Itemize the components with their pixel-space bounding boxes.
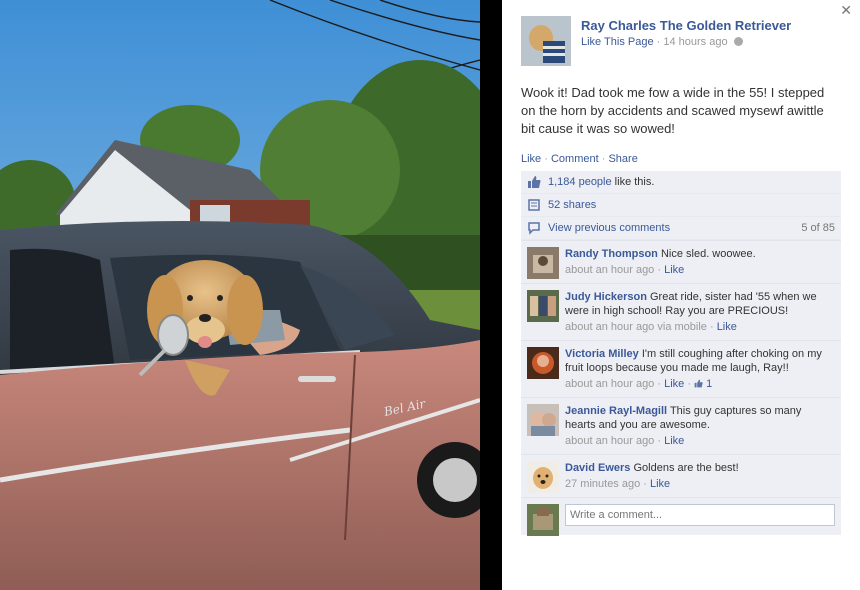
comment-input[interactable]: [565, 504, 835, 526]
comment-meta: about an hour ago · Like: [565, 435, 685, 447]
photo-viewer[interactable]: Bel Air: [0, 0, 502, 590]
comment-like-link[interactable]: Like: [717, 321, 737, 333]
share-link[interactable]: Share: [608, 153, 637, 165]
comment-like-link[interactable]: Like: [664, 378, 684, 390]
comment-time[interactable]: about an hour ago: [565, 321, 654, 333]
post-message: Wook it! Dad took me fow a wide in the 5…: [521, 85, 825, 136]
commenter-name[interactable]: Victoria Milley: [565, 348, 639, 360]
share-icon: [528, 199, 540, 211]
thumbs-up-icon: [528, 176, 541, 188]
post-side-panel: ✕ Ray Charles The Golden Retriever Like …: [502, 0, 860, 590]
author-name-link[interactable]: Ray Charles The Golden Retriever: [581, 18, 791, 33]
comment-time[interactable]: about an hour ago: [565, 435, 654, 447]
comment-time[interactable]: about an hour ago: [565, 264, 654, 276]
comment-like-link[interactable]: Like: [664, 264, 684, 276]
commenter-avatar[interactable]: [527, 404, 559, 436]
comment-like-link[interactable]: Like: [664, 435, 684, 447]
viewer-avatar: [527, 504, 559, 536]
comment-likes-number: 1: [706, 378, 713, 390]
comment-via: via mobile: [657, 321, 707, 333]
comment-meta: about an hour ago · Like · 1: [565, 378, 713, 390]
comment-like-link[interactable]: Like: [650, 478, 670, 490]
close-icon[interactable]: ✕: [840, 3, 852, 17]
comment-link[interactable]: Comment: [551, 153, 599, 165]
comment-item: Judy Hickerson Great ride, sister had '5…: [521, 283, 841, 340]
post-timestamp[interactable]: 14 hours ago: [663, 36, 727, 48]
comment-item: David Ewers Goldens are the best! 27 min…: [521, 454, 841, 497]
comment-time[interactable]: about an hour ago: [565, 378, 654, 390]
post-photo[interactable]: Bel Air: [0, 0, 480, 590]
comment-count: 5 of 85: [801, 222, 835, 234]
comment-item: Victoria Milley I'm still coughing after…: [521, 340, 841, 397]
commenter-avatar[interactable]: [527, 461, 559, 493]
likes-suffix: like this.: [611, 176, 655, 188]
like-link[interactable]: Like: [521, 153, 541, 165]
likes-row: 1,184 people like this.: [521, 171, 841, 194]
comment-likes-count[interactable]: 1: [694, 378, 712, 390]
like-page-link[interactable]: Like This Page: [581, 36, 654, 48]
comment-meta: about an hour ago via mobile · Like: [565, 321, 737, 333]
commenter-name[interactable]: David Ewers: [565, 462, 630, 474]
comment-composer: [521, 497, 841, 536]
commenter-avatar[interactable]: [527, 347, 559, 379]
commenter-avatar[interactable]: [527, 290, 559, 322]
comment-bubble-icon: [528, 222, 540, 235]
comment-meta: 27 minutes ago · Like: [565, 478, 671, 490]
commenter-name[interactable]: Jeannie Rayl-Magill: [565, 405, 667, 417]
view-previous-comments-link[interactable]: View previous comments: [548, 222, 670, 234]
commenter-avatar[interactable]: [527, 247, 559, 279]
commenter-name[interactable]: Judy Hickerson: [565, 291, 647, 303]
comment-item: Randy Thompson Nice sled. woowee. about …: [521, 240, 841, 283]
comment-item: Jeannie Rayl-Magill This guy captures so…: [521, 397, 841, 454]
comment-time[interactable]: 27 minutes ago: [565, 478, 640, 490]
author-subline: Like This Page · 14 hours ago: [581, 36, 791, 48]
comment-text: Goldens are the best!: [633, 462, 739, 474]
shares-link[interactable]: 52 shares: [548, 199, 596, 211]
author-avatar[interactable]: [521, 16, 571, 66]
comment-text: Nice sled. woowee.: [660, 248, 756, 260]
likes-count-link[interactable]: 1,184 people: [548, 176, 612, 188]
post-actions: Like · Comment · Share: [521, 153, 638, 165]
comment-meta: about an hour ago · Like: [565, 264, 685, 276]
post-author-header: Ray Charles The Golden Retriever Like Th…: [521, 16, 791, 66]
feedback-box: 1,184 people like this. 52 shares View p…: [521, 171, 841, 536]
thumbs-up-icon: [694, 379, 703, 388]
photo-dog-in-car-image: Bel Air: [0, 0, 480, 590]
view-previous-row: View previous comments 5 of 85: [521, 217, 841, 240]
commenter-name[interactable]: Randy Thompson: [565, 248, 658, 260]
globe-icon: [733, 37, 743, 46]
shares-row: 52 shares: [521, 194, 841, 217]
